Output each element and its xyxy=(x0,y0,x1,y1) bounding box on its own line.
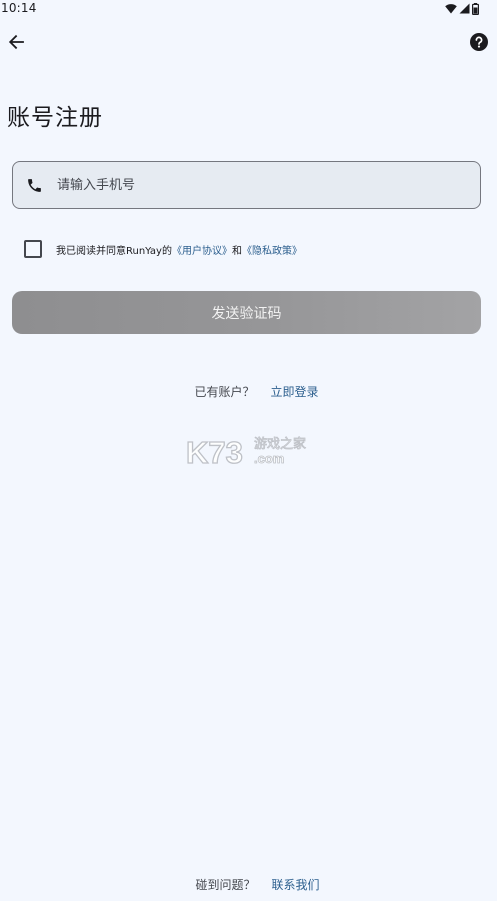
top-app-bar xyxy=(0,28,497,64)
help-button[interactable] xyxy=(469,33,489,55)
phone-icon xyxy=(25,176,43,194)
page-title: 账号注册 xyxy=(7,105,103,131)
agreement-prefix: 我已阅读并同意RunYay的 xyxy=(56,245,172,257)
arrow-left-icon xyxy=(8,34,24,54)
agreement-conjunction: 和 xyxy=(231,245,242,257)
signal-icon xyxy=(459,3,470,14)
back-button[interactable] xyxy=(2,30,30,58)
help-circle-icon xyxy=(470,33,488,55)
watermark-subtext: 游戏之家 xyxy=(254,436,306,452)
contact-question: 碰到问题？ xyxy=(195,878,256,892)
status-time: 10:14 xyxy=(1,1,37,15)
watermark-k73: K73 xyxy=(186,435,243,470)
send-code-button[interactable]: 发送验证码 xyxy=(12,291,481,334)
login-link[interactable]: 立即登录 xyxy=(271,383,319,400)
login-row: 已有账户？ 立即登录 xyxy=(0,383,497,400)
status-icons xyxy=(445,2,479,15)
status-bar: 10:14 xyxy=(0,0,497,18)
contact-row: 碰到问题？ 联系我们 xyxy=(0,876,497,893)
phone-field[interactable] xyxy=(12,161,481,209)
agreement-checkbox[interactable] xyxy=(24,240,42,258)
login-question: 已有账户？ xyxy=(194,385,255,399)
battery-icon xyxy=(472,2,479,15)
wifi-icon xyxy=(445,3,457,14)
privacy-policy-link[interactable]: 《隐私政策》 xyxy=(242,246,302,257)
agreement-row: 我已阅读并同意RunYay的《用户协议》和《隐私政策》 xyxy=(24,240,302,258)
watermark-domain: .com xyxy=(254,451,284,466)
watermark-logo: K73 游戏之家 .com xyxy=(185,430,314,470)
user-agreement-link[interactable]: 《用户协议》 xyxy=(172,246,232,257)
contact-link[interactable]: 联系我们 xyxy=(272,876,320,893)
phone-input[interactable] xyxy=(57,165,437,205)
agreement-text: 我已阅读并同意RunYay的《用户协议》和《隐私政策》 xyxy=(56,242,302,257)
